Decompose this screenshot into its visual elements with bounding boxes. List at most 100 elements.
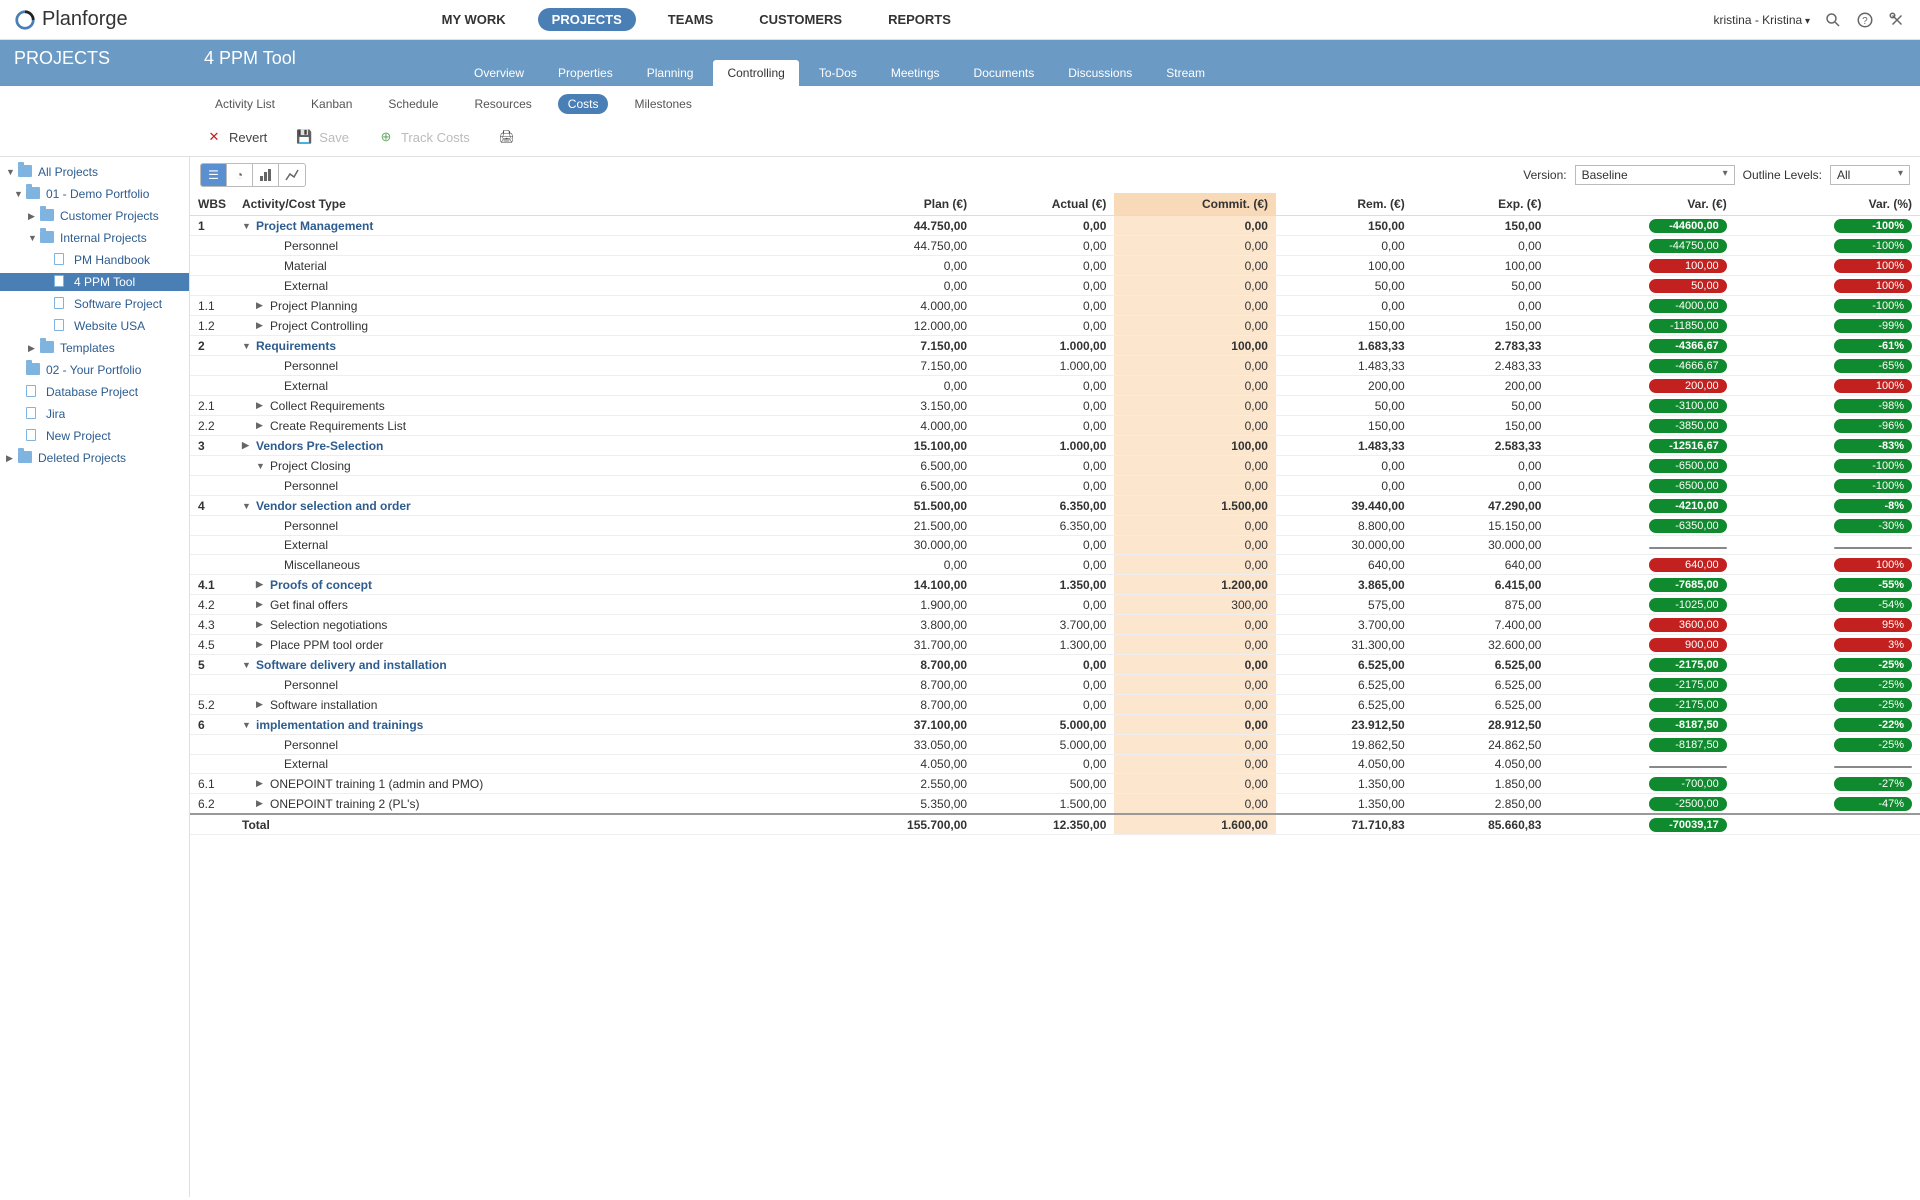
table-row[interactable]: 1.1▶Project Planning4.000,000,000,000,00… [190,296,1920,316]
col-rem[interactable]: Rem. (€) [1276,193,1413,216]
view-list-button[interactable]: ☰ [201,164,227,186]
table-row[interactable]: 4▼Vendor selection and order51.500,006.3… [190,496,1920,516]
row-expand-icon[interactable]: ▼ [256,461,268,471]
subtab-schedule[interactable]: Schedule [378,94,448,114]
table-row[interactable]: External0,000,000,0050,0050,0050,00100% [190,276,1920,296]
row-expand-icon[interactable]: ▶ [256,420,268,431]
subtab-kanban[interactable]: Kanban [301,94,362,114]
print-button[interactable]: 🖨 [498,128,516,146]
subtab-costs[interactable]: Costs [558,94,609,114]
tab-controlling[interactable]: Controlling [713,60,798,86]
row-expand-icon[interactable]: ▶ [256,798,268,809]
topnav-teams[interactable]: TEAMS [654,8,728,31]
tree-new-project[interactable]: New Project [0,427,189,445]
col-wbs[interactable]: WBS [190,193,234,216]
tab-planning[interactable]: Planning [633,60,708,86]
col-var[interactable]: Var. (€) [1549,193,1734,216]
tree-software-project[interactable]: Software Project [0,295,189,313]
row-expand-icon[interactable]: ▶ [256,639,268,650]
tree-customer-projects[interactable]: ▶Customer Projects [0,207,189,225]
table-row[interactable]: Material0,000,000,00100,00100,00100,0010… [190,256,1920,276]
table-row[interactable]: Miscellaneous0,000,000,00640,00640,00640… [190,555,1920,575]
outline-select[interactable]: All [1830,165,1910,185]
row-expand-icon[interactable]: ▼ [242,501,254,511]
tab-meetings[interactable]: Meetings [877,60,954,86]
table-row[interactable]: Personnel21.500,006.350,000,008.800,0015… [190,516,1920,536]
view-bar-button[interactable] [253,164,279,186]
row-expand-icon[interactable]: ▶ [256,699,268,710]
table-row[interactable]: 2▼Requirements7.150,001.000,00100,001.68… [190,336,1920,356]
tree-database-project[interactable]: Database Project [0,383,189,401]
table-row[interactable]: External30.000,000,000,0030.000,0030.000… [190,536,1920,555]
subtab-milestones[interactable]: Milestones [624,94,701,114]
tree-internal-projects[interactable]: ▼Internal Projects [0,229,189,247]
table-row[interactable]: 2.2▶Create Requirements List4.000,000,00… [190,416,1920,436]
row-expand-icon[interactable]: ▶ [242,440,254,451]
col-actual[interactable]: Actual (€) [975,193,1114,216]
table-row[interactable]: 1▼Project Management44.750,000,000,00150… [190,216,1920,236]
table-row[interactable]: 6.1▶ONEPOINT training 1 (admin and PMO)2… [190,774,1920,794]
table-row[interactable]: Personnel33.050,005.000,000,0019.862,502… [190,735,1920,755]
table-row[interactable]: 4.2▶Get final offers1.900,000,00300,0057… [190,595,1920,615]
table-row[interactable]: External4.050,000,000,004.050,004.050,00 [190,755,1920,774]
topnav-projects[interactable]: PROJECTS [538,8,636,31]
col-commit[interactable]: Commit. (€) [1114,193,1276,216]
view-trend-button[interactable] [279,164,305,186]
tree-pm-handbook[interactable]: PM Handbook [0,251,189,269]
row-expand-icon[interactable]: ▶ [256,300,268,311]
table-row[interactable]: Personnel6.500,000,000,000,000,00-6500,0… [190,476,1920,496]
tab-overview[interactable]: Overview [460,60,538,86]
col-exp[interactable]: Exp. (€) [1413,193,1550,216]
revert-button[interactable]: ✕Revert [205,128,267,146]
tree-templates[interactable]: ▶Templates [0,339,189,357]
row-expand-icon[interactable]: ▼ [242,221,254,231]
tree-deleted-projects[interactable]: ▶Deleted Projects [0,449,189,467]
table-row[interactable]: ▼Project Closing6.500,000,000,000,000,00… [190,456,1920,476]
tab-documents[interactable]: Documents [960,60,1049,86]
table-row[interactable]: 5.2▶Software installation8.700,000,000,0… [190,695,1920,715]
table-row[interactable]: 2.1▶Collect Requirements3.150,000,000,00… [190,396,1920,416]
table-row[interactable]: 4.5▶Place PPM tool order31.700,001.300,0… [190,635,1920,655]
table-row[interactable]: 1.2▶Project Controlling12.000,000,000,00… [190,316,1920,336]
table-row[interactable]: 6▼implementation and trainings37.100,005… [190,715,1920,735]
row-expand-icon[interactable]: ▶ [256,599,268,610]
table-row[interactable]: Personnel44.750,000,000,000,000,00-44750… [190,236,1920,256]
topnav-reports[interactable]: REPORTS [874,8,965,31]
table-row[interactable]: 4.3▶Selection negotiations3.800,003.700,… [190,615,1920,635]
help-icon[interactable]: ? [1856,11,1874,29]
tab-stream[interactable]: Stream [1152,60,1219,86]
search-icon[interactable] [1824,11,1842,29]
table-row[interactable]: 4.1▶Proofs of concept14.100,001.350,001.… [190,575,1920,595]
col-activity[interactable]: Activity/Cost Type [234,193,825,216]
table-row[interactable]: 5▼Software delivery and installation8.70… [190,655,1920,675]
table-row[interactable]: Personnel8.700,000,000,006.525,006.525,0… [190,675,1920,695]
subtab-resources[interactable]: Resources [464,94,541,114]
row-expand-icon[interactable]: ▶ [256,579,268,590]
tab-properties[interactable]: Properties [544,60,627,86]
tree-jira[interactable]: Jira [0,405,189,423]
row-expand-icon[interactable]: ▼ [242,341,254,351]
view-chart-button[interactable]: ◔ [227,164,253,186]
row-expand-icon[interactable]: ▶ [256,619,268,630]
col-plan[interactable]: Plan (€) [825,193,975,216]
row-expand-icon[interactable]: ▶ [256,400,268,411]
table-row[interactable]: External0,000,000,00200,00200,00200,0010… [190,376,1920,396]
row-expand-icon[interactable]: ▶ [256,778,268,789]
tools-icon[interactable] [1888,11,1906,29]
tree-website-usa[interactable]: Website USA [0,317,189,335]
tree-all-projects[interactable]: ▼All Projects [0,163,189,181]
row-expand-icon[interactable]: ▼ [242,720,254,730]
topnav-mywork[interactable]: MY WORK [428,8,520,31]
tab-discussions[interactable]: Discussions [1054,60,1146,86]
row-expand-icon[interactable]: ▼ [242,660,254,670]
track-costs-button[interactable]: ⊕Track Costs [377,128,470,146]
version-select[interactable]: Baseline [1575,165,1735,185]
save-button[interactable]: 💾Save [295,128,349,146]
tab-todos[interactable]: To-Dos [805,60,871,86]
tree-your-portfolio[interactable]: 02 - Your Portfolio [0,361,189,379]
tree-demo-portfolio[interactable]: ▼01 - Demo Portfolio [0,185,189,203]
user-menu[interactable]: kristina - Kristina [1714,13,1811,27]
table-row[interactable]: Personnel7.150,001.000,000,001.483,332.4… [190,356,1920,376]
table-row[interactable]: 6.2▶ONEPOINT training 2 (PL's)5.350,001.… [190,794,1920,815]
topnav-customers[interactable]: CUSTOMERS [745,8,856,31]
